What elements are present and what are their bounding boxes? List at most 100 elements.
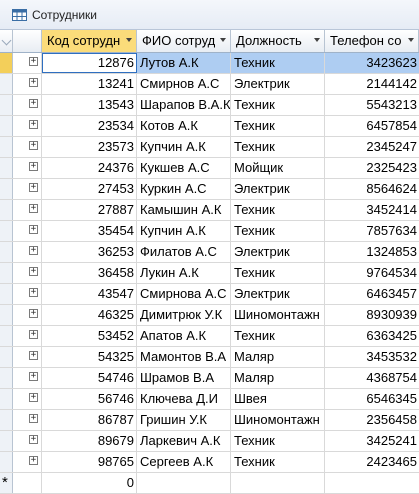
cell-position[interactable]: Техник — [231, 137, 325, 157]
expand-cell[interactable] — [13, 242, 42, 262]
cell-code[interactable]: 36253 — [42, 242, 137, 262]
cell-phone[interactable]: 2345247 — [325, 137, 419, 157]
cell-position[interactable]: Электрик — [231, 74, 325, 94]
cell-position[interactable]: Техник — [231, 452, 325, 472]
expand-cell[interactable] — [13, 452, 42, 472]
expand-plus-icon[interactable] — [29, 162, 38, 171]
table-row[interactable]: 53452Апатов А.КТехник6363425 — [0, 326, 419, 347]
table-row[interactable]: 56746Ключева Д.ИШвея6546345 — [0, 389, 419, 410]
expand-cell[interactable] — [13, 326, 42, 346]
cell-code[interactable]: 35454 — [42, 221, 137, 241]
cell-phone[interactable]: 5543213 — [325, 95, 419, 115]
cell-name[interactable]: Котов А.К — [137, 116, 231, 136]
expand-plus-icon[interactable] — [29, 99, 38, 108]
cell-code[interactable]: 27453 — [42, 179, 137, 199]
cell-phone[interactable]: 9764534 — [325, 263, 419, 283]
select-all-corner[interactable] — [0, 30, 13, 52]
expand-plus-icon[interactable] — [29, 141, 38, 150]
cell-position[interactable]: Техник — [231, 200, 325, 220]
new-record-row[interactable]: * 0 — [0, 473, 419, 494]
table-row[interactable]: 13241Смирнов А.СЭлектрик2144142 — [0, 74, 419, 95]
cell-name[interactable]: Купчин А.К — [137, 221, 231, 241]
dropdown-arrow-icon[interactable] — [220, 38, 226, 42]
cell-name[interactable]: Купчин А.К — [137, 137, 231, 157]
cell-position[interactable] — [231, 473, 325, 493]
cell-position[interactable]: Техник — [231, 326, 325, 346]
cell-code[interactable]: 24376 — [42, 158, 137, 178]
cell-name[interactable]: Гришин У.К — [137, 410, 231, 430]
dropdown-arrow-icon[interactable] — [314, 38, 320, 42]
row-selector[interactable]: * — [0, 473, 13, 493]
expand-cell[interactable] — [13, 116, 42, 136]
row-selector[interactable] — [0, 452, 13, 472]
cell-name[interactable]: Мамонтов В.А — [137, 347, 231, 367]
row-selector[interactable] — [0, 368, 13, 388]
expand-cell[interactable] — [13, 221, 42, 241]
table-row[interactable]: 23573Купчин А.КТехник2345247 — [0, 137, 419, 158]
cell-position[interactable]: Техник — [231, 116, 325, 136]
table-row[interactable]: 23534Котов А.КТехник6457854 — [0, 116, 419, 137]
cell-name[interactable]: Димитрюк У.К — [137, 305, 231, 325]
cell-phone[interactable]: 2325423 — [325, 158, 419, 178]
cell-name[interactable]: Апатов А.К — [137, 326, 231, 346]
cell-code[interactable]: 53452 — [42, 326, 137, 346]
expand-plus-icon[interactable] — [29, 57, 38, 66]
row-selector[interactable] — [0, 389, 13, 409]
row-selector[interactable] — [0, 242, 13, 262]
expand-cell[interactable] — [13, 200, 42, 220]
expand-plus-icon[interactable] — [29, 183, 38, 192]
table-row[interactable]: 86787Гришин У.КШиномонтажн2356458 — [0, 410, 419, 431]
table-row[interactable]: 12876Лутов А.КТехник3423623 — [0, 53, 419, 74]
table-row[interactable]: 54325Мамонтов В.АМаляр3453532 — [0, 347, 419, 368]
expand-cell[interactable] — [13, 74, 42, 94]
table-row[interactable]: 27453Куркин А.СЭлектрик8564624 — [0, 179, 419, 200]
expand-plus-icon[interactable] — [29, 246, 38, 255]
cell-name[interactable]: Лутов А.К — [137, 53, 231, 73]
row-selector[interactable] — [0, 221, 13, 241]
cell-phone[interactable]: 1324853 — [325, 242, 419, 262]
cell-code[interactable]: 46325 — [42, 305, 137, 325]
cell-code[interactable]: 27887 — [42, 200, 137, 220]
expand-cell[interactable] — [13, 179, 42, 199]
table-row[interactable]: 54746Шрамов В.АМаляр4368754 — [0, 368, 419, 389]
cell-name[interactable]: Кукшев А.С — [137, 158, 231, 178]
row-selector[interactable] — [0, 347, 13, 367]
cell-position[interactable]: Техник — [231, 431, 325, 451]
expand-plus-icon[interactable] — [29, 204, 38, 213]
expand-cell[interactable] — [13, 137, 42, 157]
table-row[interactable]: 35454Купчин А.КТехник7857634 — [0, 221, 419, 242]
expand-plus-icon[interactable] — [29, 267, 38, 276]
expand-plus-icon[interactable] — [29, 456, 38, 465]
cell-code[interactable]: 56746 — [42, 389, 137, 409]
cell-phone[interactable]: 6546345 — [325, 389, 419, 409]
expand-cell[interactable] — [13, 347, 42, 367]
cell-code[interactable]: 86787 — [42, 410, 137, 430]
cell-name[interactable]: Камышин А.К — [137, 200, 231, 220]
expand-plus-icon[interactable] — [29, 78, 38, 87]
cell-phone[interactable]: 6457854 — [325, 116, 419, 136]
cell-phone[interactable]: 4368754 — [325, 368, 419, 388]
cell-phone[interactable] — [325, 473, 419, 493]
table-row[interactable]: 89679Ларкевич А.КТехник3425241 — [0, 431, 419, 452]
cell-position[interactable]: Техник — [231, 263, 325, 283]
cell-name[interactable]: Ларкевич А.К — [137, 431, 231, 451]
cell-position[interactable]: Шиномонтажн — [231, 305, 325, 325]
expand-cell[interactable] — [13, 158, 42, 178]
expand-cell[interactable] — [13, 389, 42, 409]
cell-phone[interactable]: 3452414 — [325, 200, 419, 220]
cell-code[interactable]: 89679 — [42, 431, 137, 451]
row-selector[interactable] — [0, 137, 13, 157]
cell-phone[interactable]: 6463457 — [325, 284, 419, 304]
cell-name[interactable]: Шрамов В.А — [137, 368, 231, 388]
cell-code[interactable]: 0 — [42, 473, 137, 493]
expand-cell[interactable] — [13, 263, 42, 283]
cell-phone[interactable]: 8564624 — [325, 179, 419, 199]
cell-phone[interactable]: 3453532 — [325, 347, 419, 367]
expand-cell[interactable] — [13, 368, 42, 388]
table-row[interactable]: 98765Сергеев А.КТехник2423465 — [0, 452, 419, 473]
cell-name[interactable] — [137, 473, 231, 493]
cell-phone[interactable]: 2356458 — [325, 410, 419, 430]
cell-name[interactable]: Сергеев А.К — [137, 452, 231, 472]
cell-position[interactable]: Маляр — [231, 347, 325, 367]
column-header-phone[interactable]: Телефон со — [325, 30, 419, 52]
